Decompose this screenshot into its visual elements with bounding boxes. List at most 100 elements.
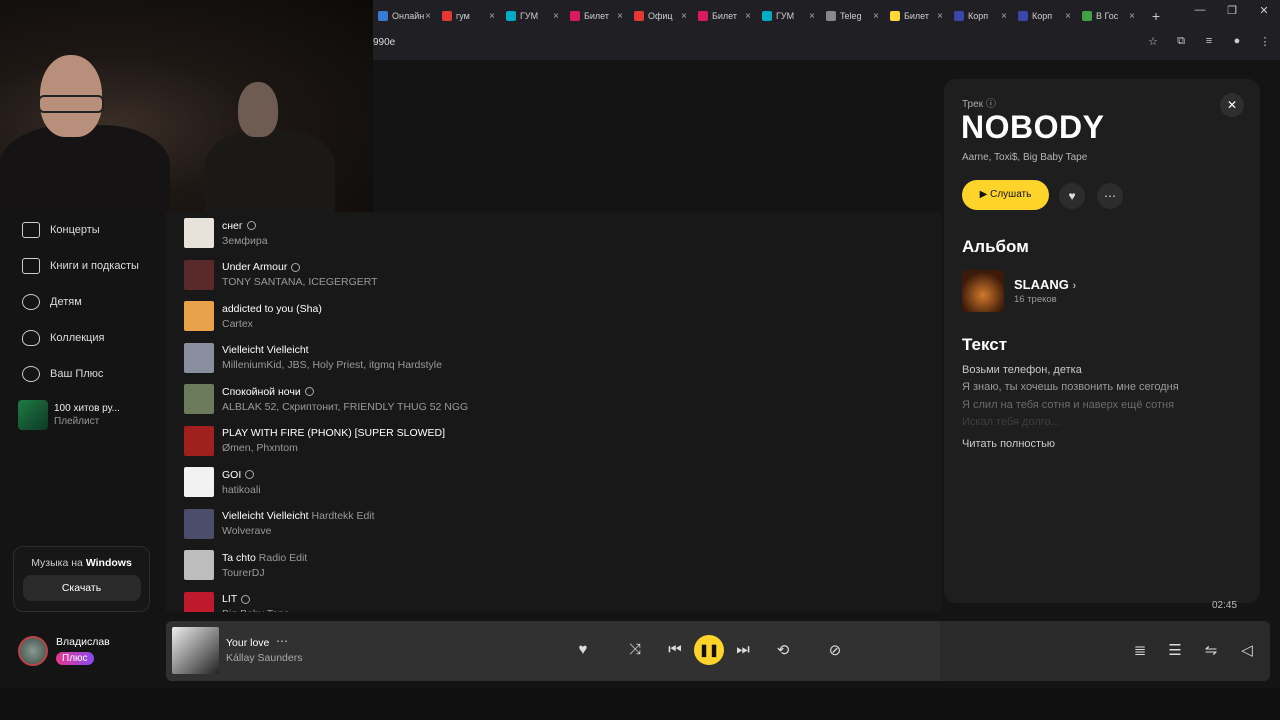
sidebar-item-kids[interactable]: Детям xyxy=(0,284,166,320)
track-title[interactable]: Vielleicht Vielleicht Hardtekk Edit xyxy=(222,510,375,522)
browser-tab[interactable]: Офиц × xyxy=(629,5,693,27)
track-row[interactable]: Ta chto Radio Edit TourerDJ xyxy=(184,548,307,582)
read-more-link[interactable]: Читать полностью xyxy=(962,438,1055,450)
track-artist[interactable]: TourerDJ xyxy=(222,567,307,579)
track-title[interactable]: addicted to you (Sha) xyxy=(222,303,322,315)
close-window-icon[interactable]: ✕ xyxy=(1248,4,1280,17)
info-icon[interactable] xyxy=(291,262,301,272)
pause-button[interactable]: ❚❚ xyxy=(694,635,724,665)
track-cover[interactable] xyxy=(184,550,214,580)
shuffle-icon[interactable]: ⤨ xyxy=(624,641,646,658)
track-artist[interactable]: TONY SANTANA, ICEGERGERT xyxy=(222,276,378,288)
track-title[interactable]: Спокойной ночи xyxy=(222,386,468,398)
lyrics-icon[interactable]: ≣ xyxy=(1129,641,1151,659)
track-title[interactable]: LIT xyxy=(222,593,290,605)
plus-badge[interactable]: Плюс xyxy=(56,652,94,665)
user-profile[interactable]: Владислав Плюс xyxy=(18,636,110,666)
tab-close-icon[interactable]: × xyxy=(937,11,943,22)
now-playing-title[interactable]: Your love xyxy=(226,637,269,649)
track-title[interactable]: GOI xyxy=(222,469,261,481)
track-row[interactable]: Vielleicht Vielleicht Hardtekk Edit Wolve… xyxy=(184,507,375,541)
track-artist[interactable]: ALBLAK 52, Скриптонит, FRIENDLY THUG 52 … xyxy=(222,401,468,413)
track-artist[interactable]: Cartex xyxy=(222,318,322,330)
track-artist[interactable]: MilleniumKid, JBS, Holy Priest, itgmq Ha… xyxy=(222,359,442,371)
sidebar-item-plus[interactable]: Ваш Плюс xyxy=(0,356,166,392)
track-artists[interactable]: Aarne, Toxi$, Big Baby Tape xyxy=(962,152,1087,163)
now-playing-cover[interactable] xyxy=(172,627,219,674)
tab-close-icon[interactable]: × xyxy=(809,11,815,22)
previous-icon[interactable]: ⏮ xyxy=(664,641,686,658)
info-icon[interactable] xyxy=(246,221,256,231)
track-row[interactable]: GOI hatikoali xyxy=(184,465,261,499)
like-button[interactable]: ♥ xyxy=(1059,183,1085,209)
restore-icon[interactable]: ❐ xyxy=(1216,4,1248,17)
tab-close-icon[interactable]: × xyxy=(1001,11,1007,22)
tab-close-icon[interactable]: × xyxy=(681,11,687,22)
track-artist[interactable]: Ømen, Phxntom xyxy=(222,442,445,454)
browser-tab[interactable]: В Гос × xyxy=(1077,5,1141,27)
info-icon[interactable] xyxy=(241,594,251,604)
sidebar-item-books[interactable]: Книги и подкасты xyxy=(0,248,166,284)
tab-close-icon[interactable]: × xyxy=(489,11,495,22)
now-playing-artist[interactable]: Kállay Saunders xyxy=(226,652,302,664)
browser-tab[interactable]: Билет × xyxy=(693,5,757,27)
sidebar-playlist[interactable]: 100 хитов ру... Плейлист xyxy=(18,400,120,430)
next-icon[interactable]: ⏭ xyxy=(732,641,754,658)
profile-icon[interactable]: ● xyxy=(1230,35,1244,48)
track-title[interactable]: Vielleicht Vielleicht xyxy=(222,344,442,356)
more-button[interactable]: ⋯ xyxy=(1097,183,1123,209)
track-title[interactable]: Ta chto Radio Edit xyxy=(222,552,307,564)
track-cover[interactable] xyxy=(184,384,214,414)
extensions-icon[interactable]: ⧉ xyxy=(1174,35,1188,48)
track-cover[interactable] xyxy=(184,301,214,331)
like-icon[interactable]: ♥ xyxy=(572,641,594,658)
browser-tab[interactable]: Корп × xyxy=(949,5,1013,27)
repeat-icon[interactable]: ⟲ xyxy=(772,641,794,659)
menu-icon[interactable]: ⋮ xyxy=(1258,35,1272,48)
volume-icon[interactable]: ◁ xyxy=(1236,641,1258,659)
new-tab-icon[interactable]: + xyxy=(1141,8,1171,24)
tab-close-icon[interactable]: × xyxy=(745,11,751,22)
info-icon[interactable] xyxy=(304,387,314,397)
track-title[interactable]: PLAY WITH FIRE (PHONK) [SUPER SLOWED] xyxy=(222,427,445,439)
browser-tab[interactable]: Корп × xyxy=(1013,5,1077,27)
track-artist[interactable]: Big Baby Tape xyxy=(222,608,290,612)
track-cover[interactable] xyxy=(184,342,214,373)
browser-tab[interactable]: Онлайн × xyxy=(373,5,437,27)
track-row[interactable]: Vielleicht Vielleicht MilleniumKid, JBS, … xyxy=(184,341,442,375)
browser-tab[interactable]: Билет × xyxy=(885,5,949,27)
listen-button[interactable]: ▶ Слушать xyxy=(962,180,1049,210)
track-artist[interactable]: Земфира xyxy=(222,235,268,247)
track-row[interactable]: PLAY WITH FIRE (PHONK) [SUPER SLOWED] Øme… xyxy=(184,424,445,458)
download-button[interactable]: Скачать xyxy=(22,575,141,601)
close-panel-button[interactable]: ✕ xyxy=(1220,93,1244,117)
browser-tab[interactable]: Билет × xyxy=(565,5,629,27)
queue-icon[interactable]: ☰ xyxy=(1164,641,1186,659)
album-link[interactable]: SLAANG › 16 треков xyxy=(962,270,1076,312)
track-artist[interactable]: Wolverave xyxy=(222,525,375,537)
avatar[interactable] xyxy=(18,636,48,666)
tab-close-icon[interactable]: × xyxy=(425,11,431,22)
track-row[interactable]: addicted to you (Sha) Cartex xyxy=(184,299,322,333)
track-artist[interactable]: hatikoali xyxy=(222,484,261,496)
tab-close-icon[interactable]: × xyxy=(873,11,879,22)
track-cover[interactable] xyxy=(184,591,214,612)
browser-tab[interactable]: ГУМ × xyxy=(757,5,821,27)
tab-close-icon[interactable]: × xyxy=(617,11,623,22)
sidebar-item-collection[interactable]: Коллекция xyxy=(0,320,166,356)
track-cover[interactable] xyxy=(184,508,214,539)
bookmark-icon[interactable]: ☆ xyxy=(1146,35,1160,48)
track-cover[interactable] xyxy=(184,259,214,290)
track-row[interactable]: снег Земфира xyxy=(184,216,268,250)
track-cover[interactable] xyxy=(184,425,214,456)
tab-close-icon[interactable]: × xyxy=(1129,11,1135,22)
tab-close-icon[interactable]: × xyxy=(553,11,559,22)
track-cover[interactable] xyxy=(184,467,214,497)
info-icon[interactable] xyxy=(245,470,255,480)
tab-close-icon[interactable]: × xyxy=(1065,11,1071,22)
address-bar[interactable]: 990e xyxy=(373,33,1168,53)
browser-tab[interactable]: гум × xyxy=(437,5,501,27)
equalizer-icon[interactable]: ⇋ xyxy=(1200,641,1222,659)
track-cover[interactable] xyxy=(184,218,214,248)
dislike-icon[interactable]: ⊘ xyxy=(824,641,846,659)
